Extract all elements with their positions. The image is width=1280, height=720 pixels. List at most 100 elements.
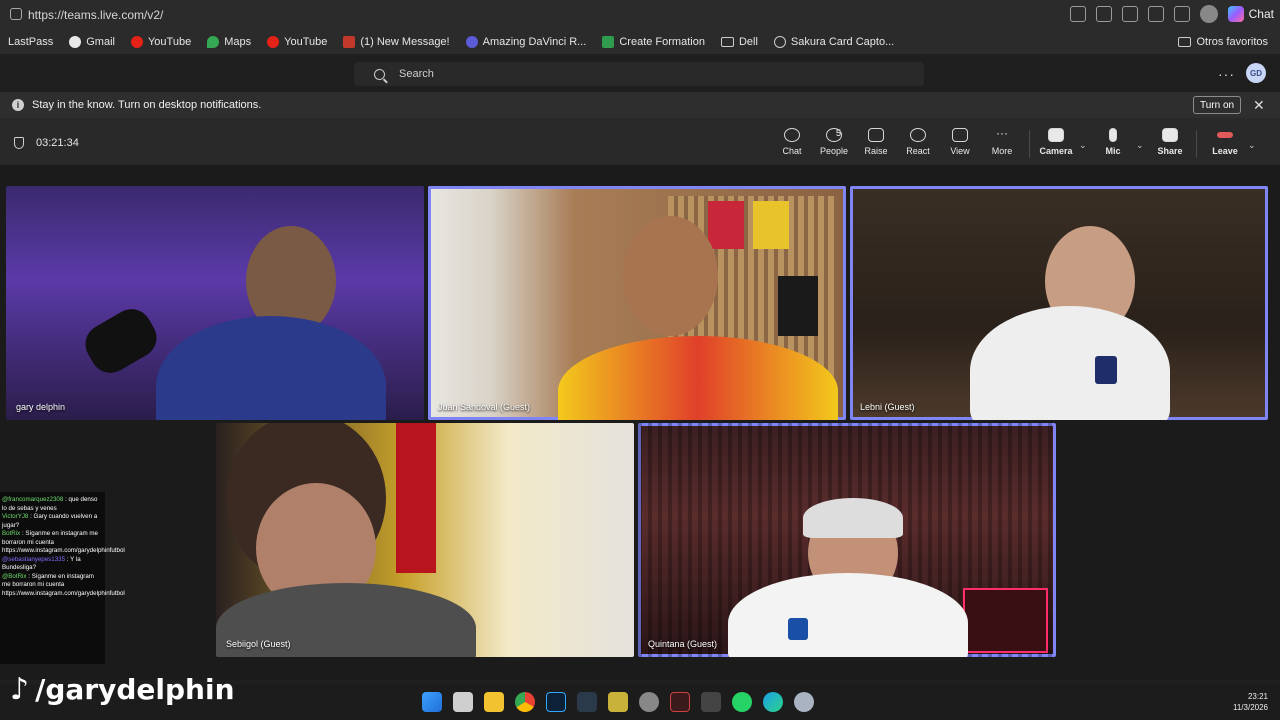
search-input[interactable]: Search [354,62,924,86]
url-text[interactable]: https://teams.live.com/v2/ [28,8,163,22]
maps-pin-icon [207,36,220,48]
bookmark-lastpass[interactable]: LastPass [8,36,53,48]
bookmark-create-formation[interactable]: Create Formation [602,36,705,48]
leave-button[interactable]: Leave [1205,126,1245,156]
photoshop-icon[interactable] [546,692,566,712]
bookmark-label: Amazing DaVinci R... [482,36,587,48]
site-info-icon[interactable] [10,8,22,20]
profile-avatar[interactable] [1199,5,1218,23]
more-label: More [991,146,1013,156]
shield-icon [14,137,24,149]
react-button[interactable]: React [898,126,938,156]
favorite-star-icon[interactable] [1121,6,1138,22]
folder-icon [720,37,734,47]
mic-label: Mic [1105,146,1121,156]
bookmark-label: Create Formation [619,36,705,48]
mic-options-chevron-icon[interactable]: ⌄ [1136,140,1144,151]
obs-icon[interactable] [639,692,659,712]
smiley-icon [910,128,926,142]
bookmark-davinci[interactable]: Amazing DaVinci R... [465,36,587,48]
bookmark-dell[interactable]: Dell [720,36,758,48]
chat-username: BotRix [2,530,21,537]
file-explorer-icon[interactable] [484,692,504,712]
tiktok-watermark: ♪ /garydelphin [10,672,235,707]
meeting-timer: 03:21:34 [36,137,79,149]
video-tile-quintana[interactable]: Quintana (Guest) [638,423,1056,657]
chat-button[interactable]: Chat [772,126,812,156]
participant-name: Lebni (Guest) [860,402,915,412]
stream-chat-overlay: @francomarquez2308 : que denso lo de seb… [0,492,125,664]
chat-bubble-icon [784,128,800,142]
microphone-icon [1109,128,1117,142]
turn-on-button[interactable]: Turn on [1193,96,1242,114]
scarf-prop [396,423,436,573]
video-tile-sebiigol[interactable]: Sebiigol (Guest) [216,423,634,657]
app-icon[interactable] [670,692,690,712]
bookmark-sakura[interactable]: Sakura Card Capto... [773,36,894,48]
hand-icon [868,128,884,142]
formation-icon [602,36,615,48]
share-button[interactable]: Share [1150,126,1190,156]
camera-button[interactable]: Camera [1036,126,1076,156]
edge-icon[interactable] [763,692,783,712]
chat-username: @francomarquez2308 [2,496,64,503]
bookmark-gmail[interactable]: Gmail [69,36,115,48]
copilot-chat-button[interactable]: Chat [1227,6,1274,22]
video-tile-lebni[interactable]: Lebni (Guest) [850,186,1268,420]
app-icon[interactable] [701,692,721,712]
participant-name: Sebiigol (Guest) [226,639,291,649]
whatsapp-icon[interactable] [732,692,752,712]
taskbar-apps [422,692,814,712]
raise-hand-button[interactable]: Raise [856,126,896,156]
leave-options-chevron-icon[interactable]: ⌄ [1248,140,1256,151]
chat-label: Chat [782,146,802,156]
video-tile-juan[interactable]: Juan Sandoval (Guest) [428,186,846,420]
search-placeholder: Search [399,68,434,80]
video-tile-gary[interactable]: gary delphin [6,186,424,420]
react-label: React [906,146,930,156]
davinci-resolve-icon[interactable] [577,692,597,712]
view-button[interactable]: View [940,126,980,156]
read-aloud-icon[interactable] [1095,6,1112,22]
favorites-icon[interactable] [1173,6,1190,22]
folder-icon [1178,37,1192,47]
system-clock[interactable]: 23:21 11/3/2026 [1233,691,1268,713]
camera-label: Camera [1039,146,1073,156]
google-icon [69,36,82,48]
close-icon[interactable]: ✕ [1253,97,1265,114]
split-screen-icon[interactable] [1069,6,1086,22]
chat-username: VictorYJ8 [2,513,29,520]
user-avatar[interactable]: GD [1246,63,1266,83]
people-button[interactable]: 5 People [814,126,854,156]
crest-icon [1095,356,1117,384]
task-view-icon[interactable] [453,692,473,712]
share-screen-icon [1162,128,1178,142]
extensions-icon[interactable] [1147,6,1164,22]
tiktok-handle: /garydelphin [35,673,235,706]
more-options-icon[interactable]: ··· [1218,66,1235,82]
bookmark-youtube-1[interactable]: YouTube [130,36,191,48]
camera-options-chevron-icon[interactable]: ⌄ [1079,140,1087,151]
chat-username: @BotRix [2,572,27,580]
other-favorites[interactable]: Otros favoritos [1178,36,1268,48]
app-icon[interactable] [608,692,628,712]
other-favorites-label: Otros favoritos [1196,36,1268,48]
participant-name: Juan Sandoval (Guest) [438,402,531,412]
leave-label: Leave [1212,146,1238,156]
notification-text: Stay in the know. Turn on desktop notifi… [32,99,262,111]
windows-start-icon[interactable] [422,692,442,712]
bookmark-label: YouTube [284,36,328,48]
bookmark-new-message[interactable]: (1) New Message! [343,36,450,48]
mic-button[interactable]: Mic [1093,126,1133,156]
bookmark-label: Maps [224,36,252,48]
more-dots-icon: ··· [996,126,1008,140]
more-button[interactable]: ··· More [982,126,1022,156]
youtube-icon [130,36,143,48]
bookmark-youtube-2[interactable]: YouTube [267,36,327,48]
settings-gear-icon[interactable] [794,692,814,712]
chrome-icon[interactable] [515,692,535,712]
bookmark-label: (1) New Message! [360,36,450,48]
participant-name: gary delphin [16,402,66,412]
bookmark-maps[interactable]: Maps [207,36,251,48]
browser-address-bar: https://teams.live.com/v2/ Chat [0,0,1280,30]
